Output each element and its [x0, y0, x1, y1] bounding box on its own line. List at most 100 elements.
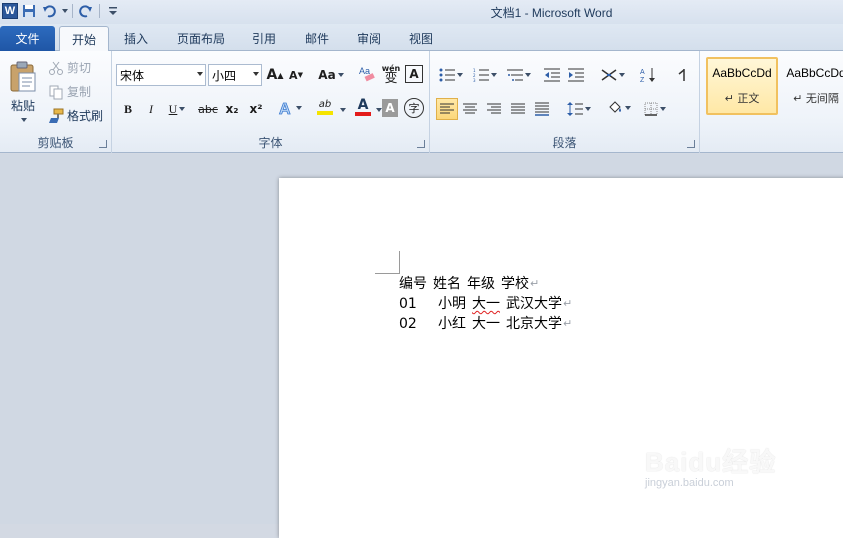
- clipboard-group-label: 剪贴板: [37, 136, 74, 150]
- chinese-layout-button[interactable]: [598, 65, 628, 85]
- chinese-layout-icon: [601, 69, 617, 81]
- text-cell: 学校: [501, 276, 529, 292]
- multilevel-list-icon: [507, 69, 523, 81]
- tab-view[interactable]: 视图: [400, 26, 442, 51]
- font-size-value: 小四: [212, 68, 237, 83]
- style-no-spacing-name: ↵ 无间隔: [793, 92, 839, 105]
- change-case-button[interactable]: Aa: [316, 65, 346, 85]
- character-shading-button[interactable]: A: [382, 99, 398, 117]
- font-color-swatch: [355, 112, 371, 116]
- format-painter-label: 格式刷: [67, 109, 104, 123]
- highlight-label: ab: [318, 99, 332, 110]
- increase-indent-icon: [568, 68, 584, 82]
- tab-insert[interactable]: 插入: [113, 26, 159, 51]
- justify-icon: [511, 103, 525, 114]
- clear-format-button[interactable]: Aa: [356, 63, 378, 83]
- paste-dropdown-icon[interactable]: [21, 117, 27, 122]
- shading-button[interactable]: [604, 98, 634, 118]
- font-color-button[interactable]: A: [346, 97, 380, 117]
- borders-button[interactable]: [640, 99, 670, 119]
- margin-corner-mark: [399, 251, 400, 274]
- subscript-button[interactable]: x₂: [222, 99, 242, 119]
- borders-icon: [644, 102, 658, 116]
- document-line: 01 小明 大一 武汉大学 ↵: [399, 294, 572, 314]
- italic-button[interactable]: I: [141, 99, 161, 119]
- strikethrough-button[interactable]: abc: [196, 99, 220, 119]
- justify-button[interactable]: [508, 99, 528, 119]
- underline-button[interactable]: U: [164, 99, 190, 119]
- style-no-spacing-sample: AaBbCcDd: [786, 66, 843, 80]
- text-cell: 北京大学: [506, 316, 562, 332]
- style-no-spacing[interactable]: AaBbCcDd ↵ 无间隔: [780, 57, 843, 115]
- show-marks-button[interactable]: [672, 65, 692, 85]
- tab-page-layout[interactable]: 页面布局: [170, 26, 232, 51]
- multilevel-list-button[interactable]: [504, 65, 534, 85]
- tab-references[interactable]: 引用: [244, 26, 284, 51]
- cut-button[interactable]: 剪切: [48, 59, 91, 76]
- align-right-button[interactable]: [484, 99, 504, 119]
- svg-text:A: A: [279, 101, 291, 117]
- cut-label: 剪切: [67, 61, 92, 75]
- align-center-button[interactable]: [460, 99, 480, 119]
- underline-label: U: [168, 101, 178, 116]
- shrink-font-button[interactable]: A ▼: [286, 65, 306, 85]
- decrease-indent-icon: [544, 68, 560, 82]
- copy-button[interactable]: 复制: [48, 83, 91, 100]
- baidu-watermark: Baidu经验 jingyan.baidu.com: [645, 442, 776, 489]
- distributed-button[interactable]: [532, 99, 552, 119]
- format-painter-icon: [48, 108, 64, 124]
- text-cell: 小明: [438, 296, 466, 312]
- font-size-combo[interactable]: 小四: [208, 64, 262, 86]
- paragraph-mark: ↵: [530, 277, 540, 290]
- spelling-flagged-text: 大一: [472, 296, 500, 312]
- paragraph-launcher-icon[interactable]: [687, 140, 695, 148]
- paragraph-mark: ↵: [563, 317, 573, 330]
- font-name-combo[interactable]: 宋体: [116, 64, 206, 86]
- character-border-button[interactable]: A: [405, 65, 423, 83]
- character-border-label: A: [409, 67, 419, 81]
- font-color-label: A: [357, 97, 369, 113]
- font-group-label: 字体: [258, 136, 283, 150]
- bold-button[interactable]: B: [118, 99, 138, 119]
- scissors-icon: [48, 60, 64, 76]
- format-painter-button[interactable]: 格式刷: [48, 107, 103, 124]
- phonetic-base-label: 变: [384, 71, 398, 86]
- text-cell: 小红: [438, 316, 466, 332]
- align-center-icon: [463, 103, 477, 114]
- decrease-indent-button[interactable]: [542, 65, 562, 85]
- tab-mailings[interactable]: 邮件: [296, 26, 338, 51]
- highlight-color-swatch: [317, 111, 333, 115]
- style-normal-name: ↵ 正文: [724, 92, 760, 105]
- highlight-button[interactable]: ab: [308, 97, 342, 117]
- style-normal[interactable]: AaBbCcDd ↵ 正文: [706, 57, 778, 115]
- font-launcher-icon[interactable]: [417, 140, 425, 148]
- change-case-label: Aa: [318, 68, 336, 82]
- enclose-characters-button[interactable]: 字: [404, 98, 424, 118]
- sort-button[interactable]: AZ: [638, 65, 658, 85]
- bullets-button[interactable]: [436, 65, 466, 85]
- superscript-button[interactable]: x²: [246, 99, 266, 119]
- paste-icon: [10, 61, 36, 91]
- bullets-icon: [439, 68, 455, 82]
- text-effects-button[interactable]: A: [276, 98, 304, 118]
- paragraph-group-label: 段落: [552, 136, 577, 150]
- paste-button[interactable]: 粘贴: [4, 55, 42, 127]
- document-body[interactable]: 编号 姓名 年级 学校 ↵ 01 小明 大一 武汉大学 ↵ 02 小红 大一 北…: [399, 274, 572, 334]
- text-cell: 年级: [467, 276, 495, 292]
- phonetic-guide-button[interactable]: wén 变: [380, 62, 402, 86]
- window-title: 文档1 - Microsoft Word: [490, 6, 613, 20]
- font-name-value: 宋体: [120, 68, 145, 83]
- numbering-button[interactable]: 123: [470, 65, 500, 85]
- tab-review[interactable]: 审阅: [348, 26, 390, 51]
- copy-label: 复制: [67, 85, 92, 99]
- align-left-button[interactable]: [436, 98, 458, 120]
- line-spacing-button[interactable]: [564, 99, 594, 119]
- grow-font-button[interactable]: A ▲: [265, 65, 285, 85]
- tab-home[interactable]: 开始: [59, 26, 109, 52]
- tab-file[interactable]: 文件: [0, 26, 55, 51]
- numbering-icon: 123: [473, 68, 489, 82]
- increase-indent-button[interactable]: [566, 65, 586, 85]
- ribbon-home: 粘贴 剪切 复制 格式刷 剪贴板 宋体 小四 A ▲ A ▼ Aa Aa wén…: [0, 51, 843, 153]
- grow-font-label: A: [266, 67, 278, 83]
- clipboard-launcher-icon[interactable]: [99, 140, 107, 148]
